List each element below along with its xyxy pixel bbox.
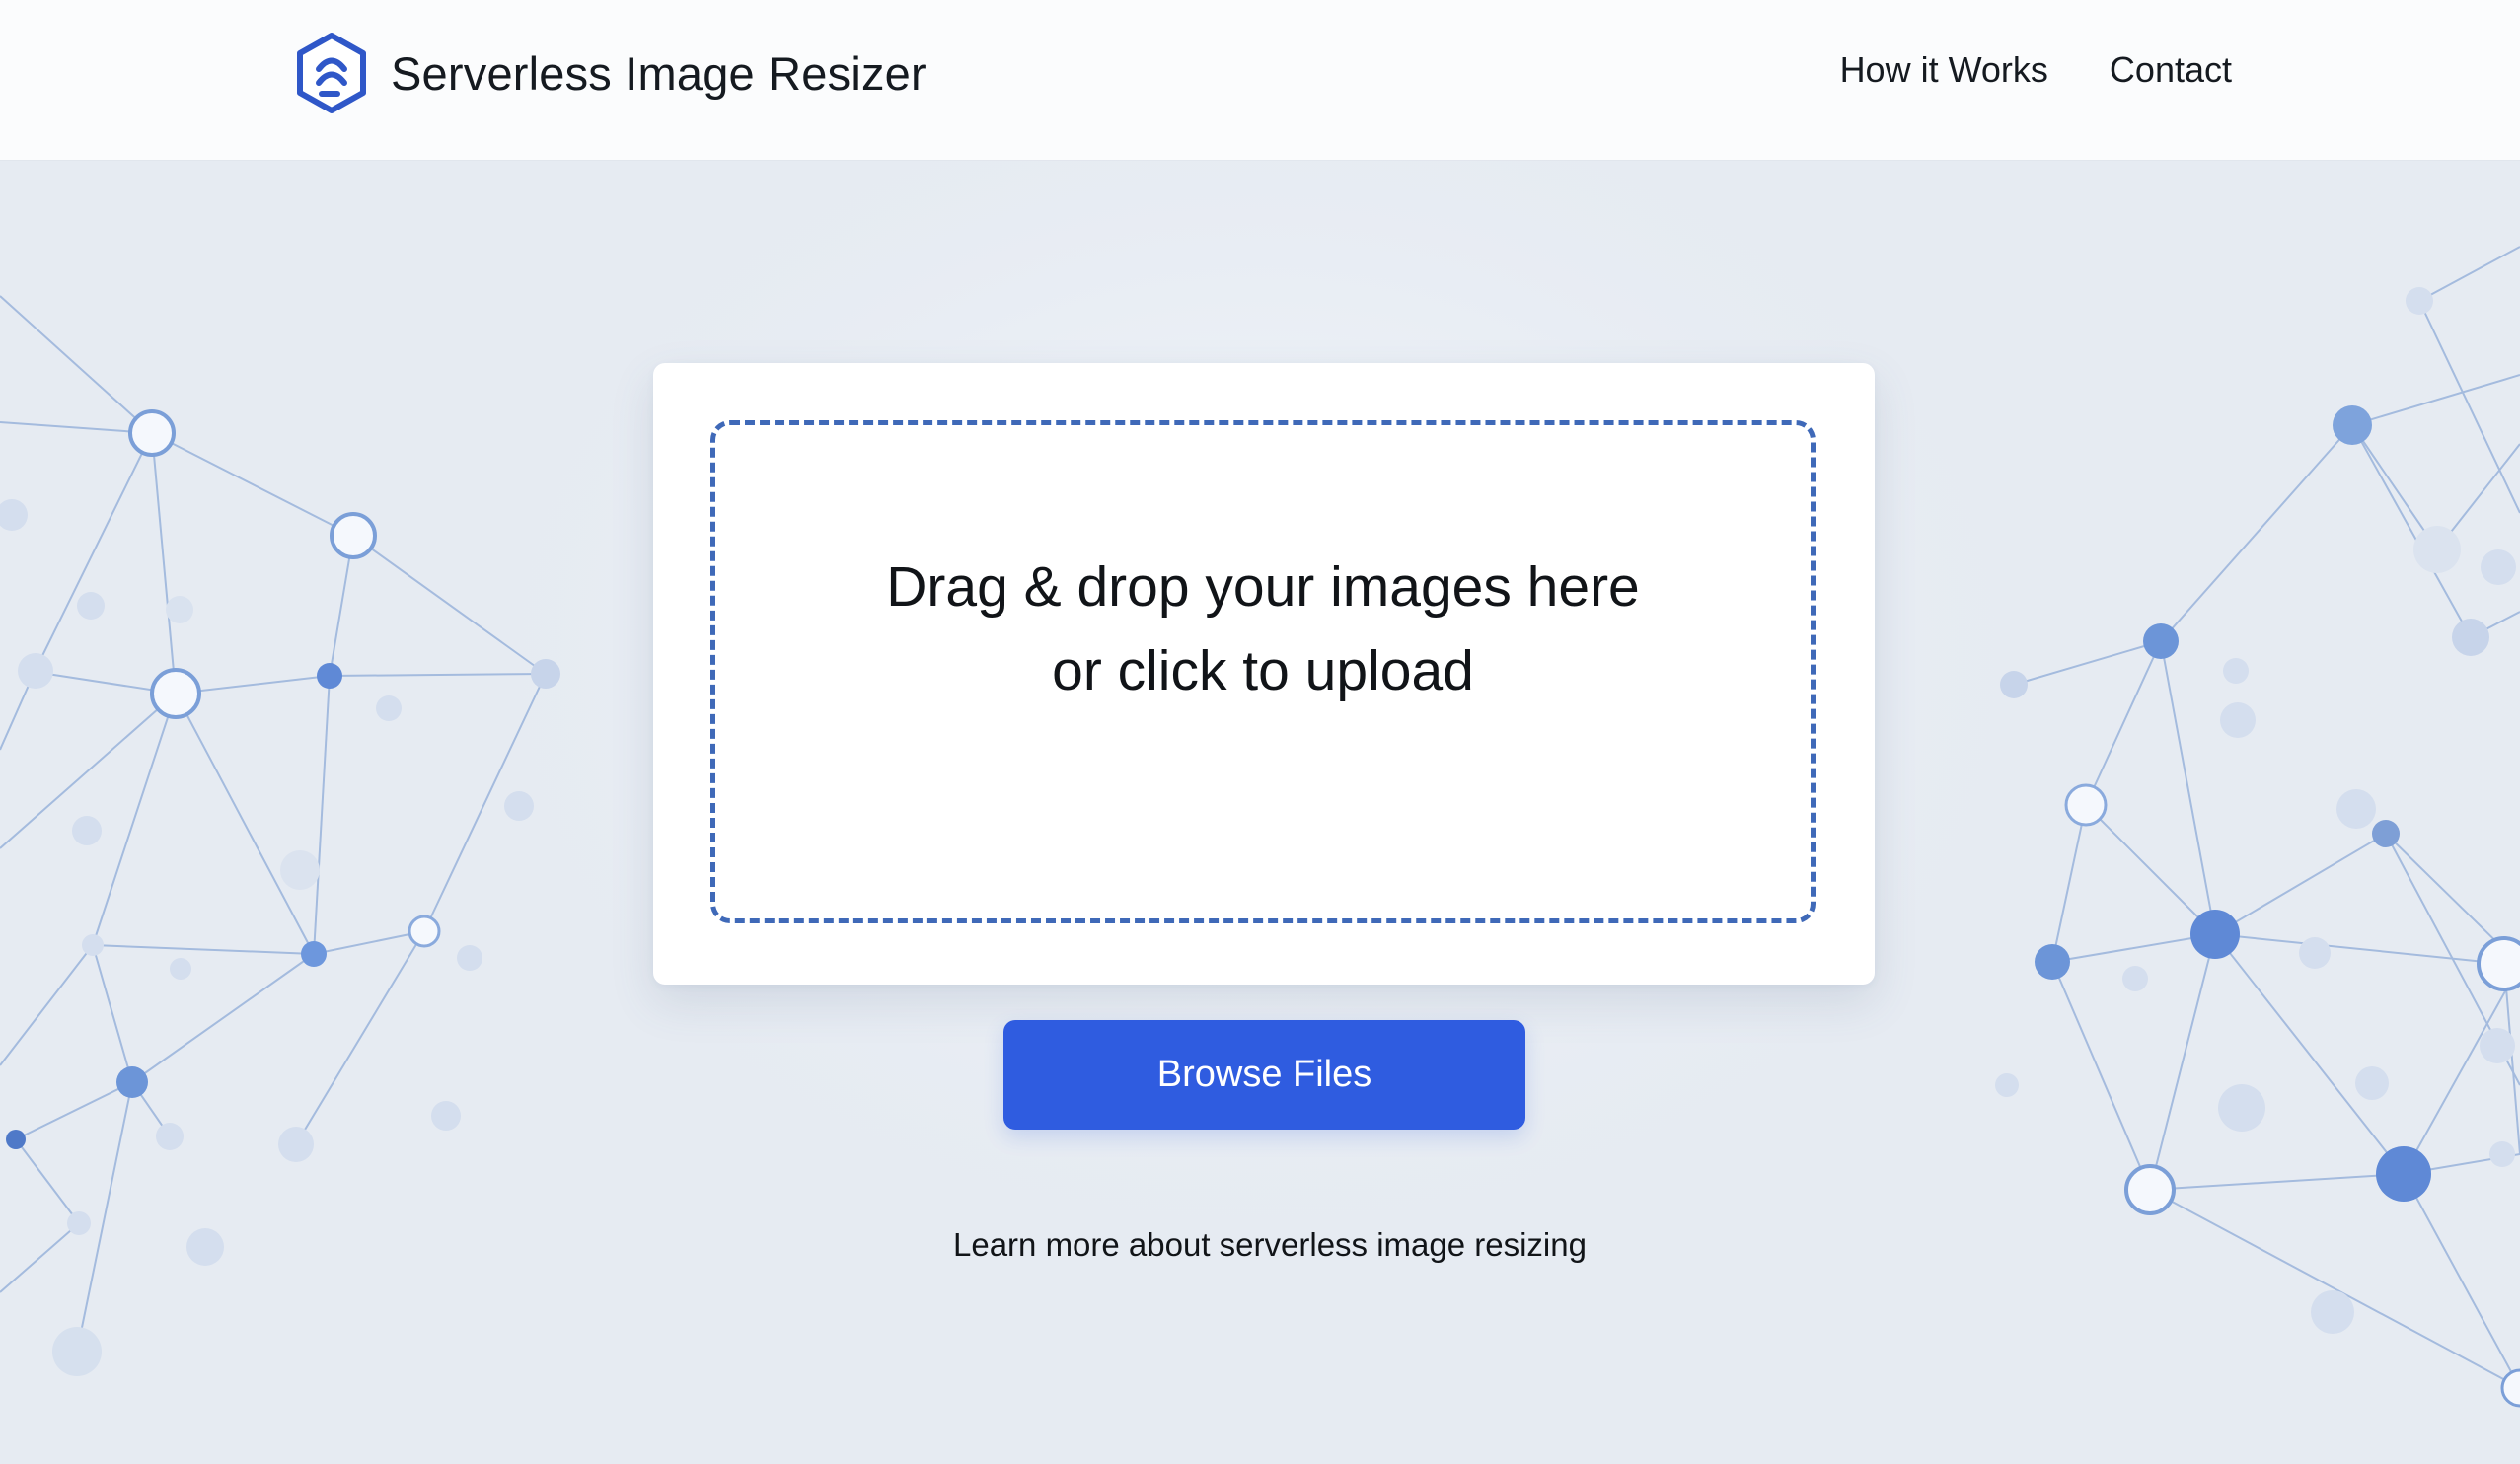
image-drop-zone[interactable]: Drag & drop your images here or click to…	[710, 420, 1816, 923]
top-nav: How it Works Contact	[1840, 49, 2232, 91]
drop-instructions-line-1: Drag & drop your images here	[886, 555, 1640, 619]
learn-more-link[interactable]: Learn more about serverless image resizi…	[953, 1226, 1587, 1264]
top-header: Serverless Image Resizer How it Works Co…	[0, 0, 2520, 160]
upload-card: Drag & drop your images here or click to…	[653, 363, 1875, 985]
brand[interactable]: Serverless Image Resizer	[294, 30, 926, 116]
drop-instructions-line-2: or click to upload	[1052, 639, 1474, 702]
nav-how-it-works[interactable]: How it Works	[1840, 49, 2048, 91]
brand-title: Serverless Image Resizer	[391, 46, 926, 100]
nav-contact[interactable]: Contact	[2110, 49, 2232, 91]
drop-instructions: Drag & drop your images here or click to…	[715, 546, 1811, 713]
hexagon-logo-icon	[297, 33, 366, 113]
browse-files-button[interactable]: Browse Files	[1003, 1020, 1525, 1130]
